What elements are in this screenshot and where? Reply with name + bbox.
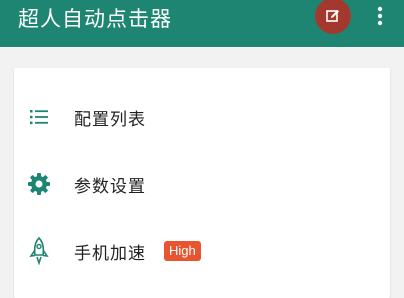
menu-item-label: 手机加速 (74, 243, 146, 264)
menu-item-settings[interactable]: 参数设置 (14, 156, 390, 212)
app-bar: 超人自动点击器 (0, 0, 404, 47)
status-badge: High (164, 241, 201, 261)
rocket-icon (26, 237, 52, 265)
menu-item-config-list[interactable]: 配置列表 (14, 89, 390, 145)
app-title: 超人自动点击器 (18, 7, 172, 31)
more-options-button[interactable] (370, 2, 390, 30)
edit-button[interactable] (315, 0, 351, 34)
menu-item-label: 配置列表 (74, 109, 146, 130)
menu-card: 配置列表 参数设置 手机加速 High (14, 68, 390, 298)
more-vert-icon (377, 6, 383, 26)
list-icon (26, 104, 52, 130)
menu-item-label: 参数设置 (74, 176, 146, 197)
gear-icon (26, 171, 52, 197)
edit-icon (326, 10, 339, 22)
menu-item-phone-boost[interactable]: 手机加速 High (14, 223, 390, 279)
